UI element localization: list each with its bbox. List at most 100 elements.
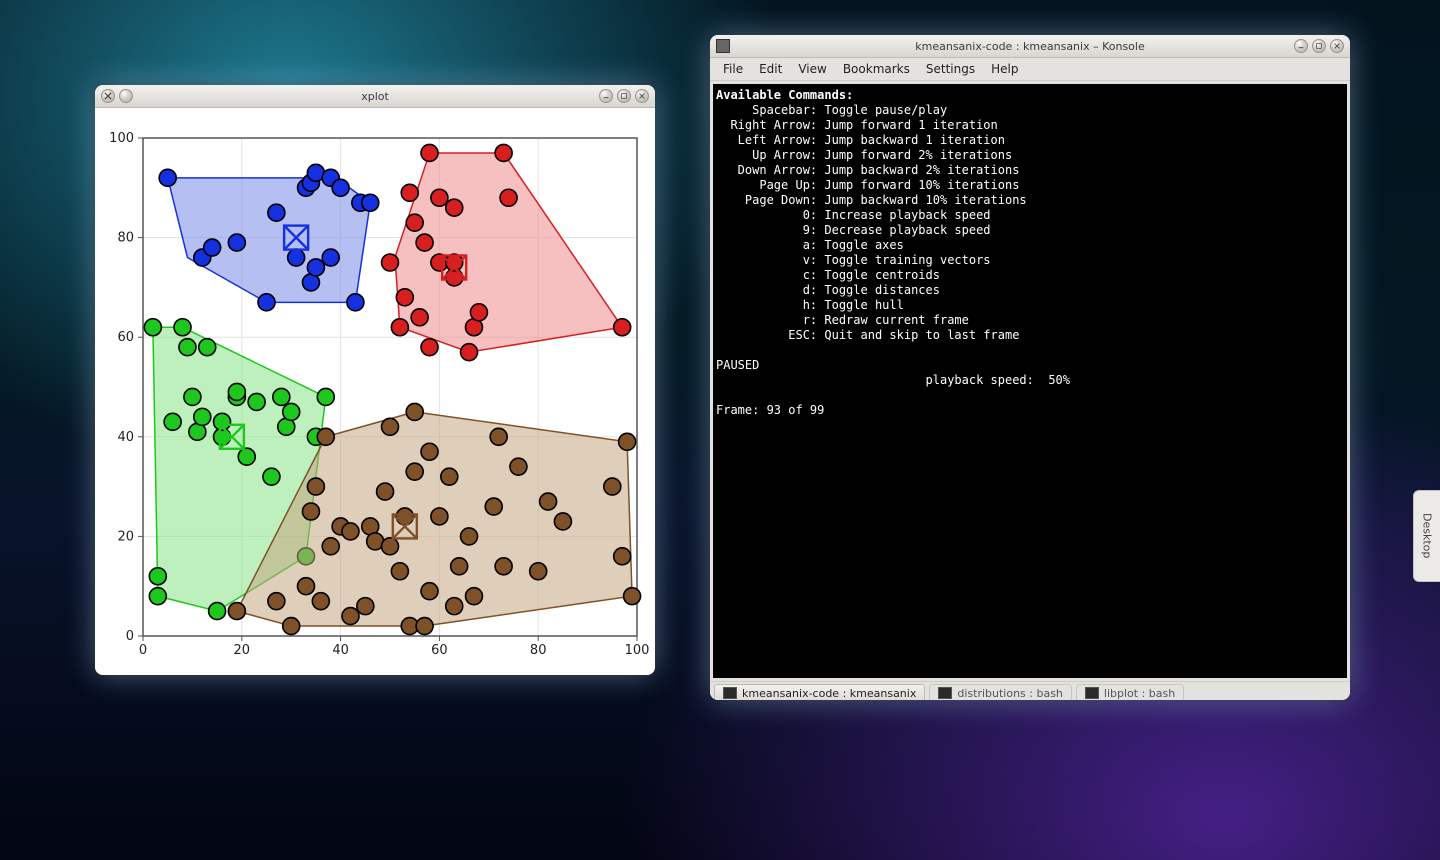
maximize-button[interactable]	[617, 89, 631, 103]
menu-help[interactable]: Help	[984, 60, 1025, 78]
svg-text:0: 0	[126, 629, 134, 644]
data-point	[283, 618, 300, 635]
konsole-window[interactable]: kmeansanix-code : kmeansanix – Konsole F…	[710, 35, 1350, 700]
data-point	[554, 513, 571, 530]
cluster-hull-red	[395, 153, 622, 352]
terminal-icon	[938, 687, 952, 699]
data-point	[357, 598, 374, 615]
konsole-tab-label: libplot : bash	[1104, 687, 1175, 700]
data-point	[199, 339, 216, 356]
maximize-button[interactable]	[1312, 39, 1326, 53]
data-point	[446, 199, 463, 216]
data-point	[238, 448, 255, 465]
menu-edit[interactable]: Edit	[752, 60, 789, 78]
data-point	[614, 548, 631, 565]
xplot-pin-button[interactable]	[119, 89, 133, 103]
data-point	[624, 588, 641, 605]
data-point	[421, 443, 438, 460]
konsole-app-icon	[716, 39, 730, 53]
data-point	[406, 403, 423, 420]
data-point	[209, 603, 226, 620]
data-point	[614, 319, 631, 336]
data-point	[179, 339, 196, 356]
data-point	[396, 508, 413, 525]
data-point	[421, 144, 438, 161]
svg-text:20: 20	[117, 529, 134, 544]
data-point	[317, 428, 334, 445]
data-point	[396, 289, 413, 306]
data-point	[298, 578, 315, 595]
svg-text:0: 0	[139, 643, 147, 658]
svg-text:100: 100	[625, 643, 650, 658]
data-point	[451, 558, 468, 575]
data-point	[342, 608, 359, 625]
data-point	[149, 568, 166, 585]
data-point	[470, 304, 487, 321]
data-point	[263, 468, 280, 485]
konsole-titlebar[interactable]: kmeansanix-code : kmeansanix – Konsole	[710, 35, 1350, 58]
data-point	[416, 618, 433, 635]
konsole-tab[interactable]: kmeansanix-code : kmeansanix	[714, 684, 925, 701]
data-point	[362, 194, 379, 211]
data-point	[248, 393, 265, 410]
konsole-tab-label: kmeansanix-code : kmeansanix	[742, 687, 916, 700]
desktop-wallpaper: xplot 020406080100020406080100 kmeansani…	[0, 0, 1440, 860]
svg-text:40: 40	[332, 643, 349, 658]
konsole-menubar: FileEditViewBookmarksSettingsHelp	[710, 58, 1350, 81]
close-button[interactable]	[1330, 39, 1344, 53]
data-point	[184, 388, 201, 405]
data-point	[406, 463, 423, 480]
terminal-output[interactable]: Available Commands: Spacebar: Toggle pau…	[713, 84, 1347, 678]
svg-text:80: 80	[117, 231, 134, 246]
data-point	[500, 189, 517, 206]
data-point	[604, 478, 621, 495]
scatter-plot: 020406080100020406080100	[95, 108, 655, 675]
data-point	[268, 593, 285, 610]
data-point	[431, 189, 448, 206]
data-point	[283, 403, 300, 420]
konsole-tab[interactable]: distributions : bash	[929, 684, 1072, 701]
svg-text:60: 60	[431, 643, 448, 658]
data-point	[416, 234, 433, 251]
data-point	[317, 388, 334, 405]
konsole-tab[interactable]: libplot : bash	[1076, 684, 1184, 701]
data-point	[307, 478, 324, 495]
data-point	[322, 538, 339, 555]
data-point	[495, 558, 512, 575]
data-point	[421, 583, 438, 600]
data-point	[446, 598, 463, 615]
konsole-title: kmeansanix-code : kmeansanix – Konsole	[710, 40, 1350, 53]
data-point	[495, 144, 512, 161]
xplot-app-icon	[101, 89, 115, 103]
konsole-tab-strip: kmeansanix-code : kmeansanix distribution…	[710, 681, 1350, 700]
data-point	[441, 468, 458, 485]
minimize-button[interactable]	[1294, 39, 1308, 53]
data-point	[288, 249, 305, 266]
menu-bookmarks[interactable]: Bookmarks	[836, 60, 917, 78]
xplot-titlebar[interactable]: xplot	[95, 85, 655, 108]
konsole-tab-label: distributions : bash	[957, 687, 1063, 700]
data-point	[461, 528, 478, 545]
data-point	[228, 383, 245, 400]
xplot-title: xplot	[95, 90, 655, 103]
terminal-icon	[1085, 687, 1099, 699]
xplot-window[interactable]: xplot 020406080100020406080100	[95, 85, 655, 675]
data-point	[421, 339, 438, 356]
data-point	[490, 428, 507, 445]
data-point	[228, 234, 245, 251]
data-point	[411, 309, 428, 326]
menu-file[interactable]: File	[716, 60, 750, 78]
desktop-side-tab[interactable]: Desktop	[1413, 490, 1440, 582]
svg-text:100: 100	[109, 131, 134, 146]
minimize-button[interactable]	[599, 89, 613, 103]
menu-settings[interactable]: Settings	[919, 60, 982, 78]
menu-view[interactable]: View	[791, 60, 833, 78]
svg-text:40: 40	[117, 430, 134, 445]
close-button[interactable]	[635, 89, 649, 103]
data-point	[164, 413, 181, 430]
data-point	[347, 294, 364, 311]
data-point	[332, 179, 349, 196]
data-point	[530, 563, 547, 580]
data-point	[302, 503, 319, 520]
data-point	[174, 319, 191, 336]
